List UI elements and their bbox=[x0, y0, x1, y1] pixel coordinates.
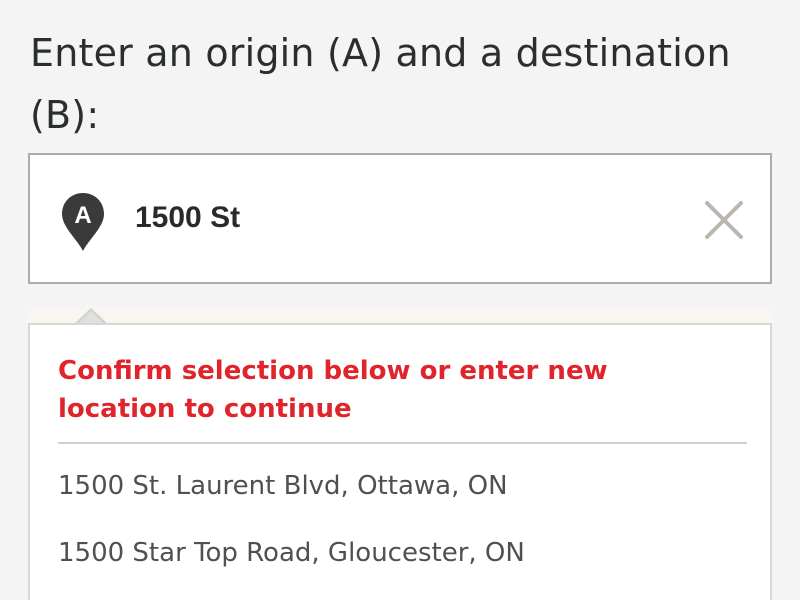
confirm-selection-warning: Confirm selection below or enter new loc… bbox=[58, 356, 608, 424]
suggestion-item[interactable]: 1500 St. Laurent Blvd, Ottawa, ON bbox=[58, 461, 738, 511]
suggestions-panel: Confirm selection below or enter new loc… bbox=[28, 323, 772, 600]
origin-field[interactable]: A bbox=[28, 153, 772, 284]
origin-input[interactable] bbox=[135, 187, 675, 249]
divider bbox=[58, 442, 747, 444]
close-icon[interactable] bbox=[702, 198, 746, 242]
suggestion-item[interactable]: 1500 Star Top Road, Gloucester, ON bbox=[58, 528, 738, 578]
page-heading: Enter an origin (A) and a destination (B… bbox=[30, 31, 731, 137]
marker-letter: A bbox=[74, 202, 91, 229]
map-pin-a-icon: A bbox=[62, 193, 104, 251]
